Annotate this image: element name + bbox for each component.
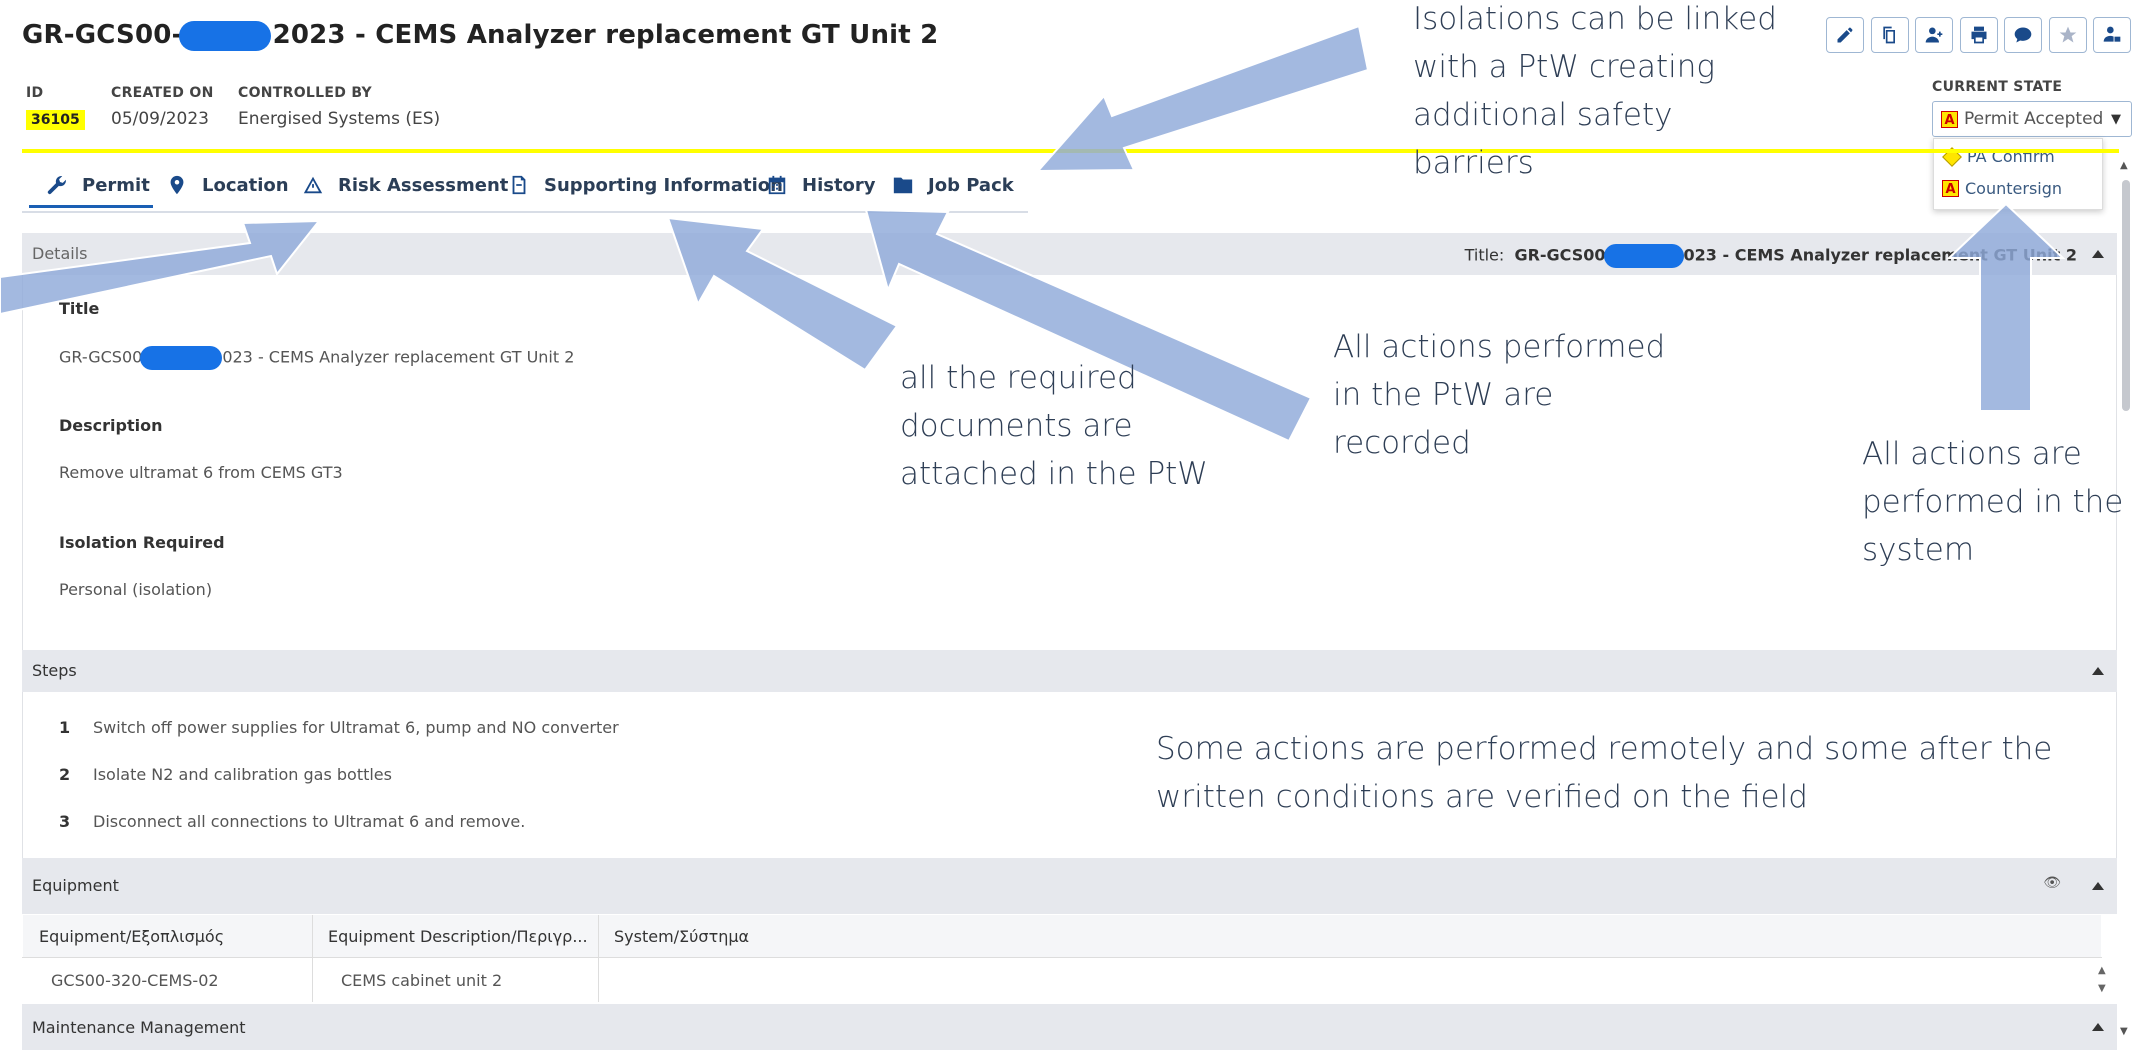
id-value: 36105	[26, 109, 85, 130]
controlled-by-value: Energised Systems (ES)	[238, 109, 441, 129]
calendar-icon	[768, 175, 786, 195]
favourite-button[interactable]	[2049, 17, 2087, 53]
controlled-by-label: CONTROLLED BY	[238, 85, 372, 101]
annotation-remote: Some actions are performed remotely and …	[1156, 731, 2053, 815]
details-section-header[interactable]: Details Title: GR-GCS00 023 - CEMS Analyz…	[22, 233, 2117, 275]
chevron-up-icon[interactable]	[2092, 250, 2104, 258]
copy-icon	[1883, 26, 1895, 44]
chevron-up-icon[interactable]	[2092, 667, 2104, 675]
isolation-field-value: Personal (isolation)	[59, 580, 213, 599]
chevron-up-icon[interactable]	[2092, 1023, 2104, 1031]
wrench-icon	[47, 176, 66, 195]
active-tab-indicator	[29, 205, 153, 208]
eye-icon[interactable]: 👁	[2043, 875, 2061, 891]
steps-section-header[interactable]: Steps	[22, 650, 2117, 692]
document-icon	[512, 175, 526, 195]
current-state-label: CURRENT STATE	[1932, 79, 2063, 95]
table-header-system[interactable]: System/Σύστημα	[599, 915, 2101, 957]
state-selected-value: Permit Accepted	[1964, 109, 2104, 129]
step-number: 2	[59, 765, 71, 784]
scrollbar-thumb[interactable]	[2122, 180, 2130, 411]
add-person-button[interactable]	[1915, 17, 1953, 53]
step-text: Isolate N2 and calibration gas bottles	[93, 765, 392, 784]
isolation-field-label: Isolation Required	[59, 533, 225, 552]
steps-section-title: Steps	[32, 661, 77, 680]
page-title: GR-GCS00- 2023 - CEMS Analyzer replacemen…	[22, 20, 939, 51]
created-on-label: CREATED ON	[111, 85, 214, 101]
redaction-mark	[178, 20, 271, 51]
equipment-section-title: Equipment	[32, 876, 119, 895]
tab-permit[interactable]: Permit	[46, 174, 150, 196]
annotation-recorded: All actions performed in the PtW are rec…	[1333, 329, 1666, 461]
annotation-documents: all the required documents are attached …	[900, 360, 1208, 492]
folder-icon	[893, 177, 913, 194]
tab-history[interactable]: History	[766, 174, 876, 196]
table-cell-description: CEMS cabinet unit 2	[313, 958, 599, 1002]
annotation-isolations: Isolations can be linked with a PtW crea…	[1413, 1, 1777, 181]
chevron-up-icon[interactable]	[2092, 882, 2104, 890]
redaction-mark	[140, 346, 223, 370]
lock-person-button[interactable]	[2093, 17, 2131, 53]
table-cell-system	[599, 958, 2101, 1002]
table-scroll-arrows[interactable]: ▲ ▼	[2098, 962, 2106, 998]
step-number: 1	[59, 718, 71, 737]
annotation-system: All actions are performed in the system	[1862, 436, 2124, 568]
comment-icon	[2014, 27, 2032, 43]
tab-location[interactable]: Location	[166, 174, 289, 196]
step-text: Switch off power supplies for Ultramat 6…	[93, 718, 619, 737]
risk-icon	[303, 176, 323, 194]
print-icon	[1971, 26, 1987, 44]
state-select[interactable]: A Permit Accepted ▼	[1932, 101, 2132, 137]
print-button[interactable]	[1960, 17, 1998, 53]
maintenance-section-header[interactable]: Maintenance Management	[22, 1004, 2117, 1050]
edit-button[interactable]	[1826, 17, 1864, 53]
copy-button[interactable]	[1871, 17, 1909, 53]
map-pin-icon	[170, 175, 184, 195]
details-header-title: Title: GR-GCS00 023 - CEMS Analyzer repla…	[1465, 244, 2077, 268]
state-option-countersign[interactable]: A Countersign	[1942, 179, 2062, 198]
table-header-description[interactable]: Equipment Description/Περιγρ...	[313, 915, 599, 957]
equipment-section-header[interactable]: Equipment 👁	[22, 858, 2117, 914]
description-field-label: Description	[59, 416, 163, 435]
maintenance-section-title: Maintenance Management	[32, 1018, 246, 1037]
id-label: ID	[26, 85, 44, 101]
add-person-icon	[1925, 27, 1943, 43]
state-a-badge: A	[1941, 110, 1958, 128]
star-icon	[2059, 26, 2077, 43]
details-section-title: Details	[32, 244, 88, 263]
lock-person-icon	[2103, 26, 2121, 42]
tab-supporting-information[interactable]: Supporting Information	[508, 174, 783, 196]
scroll-up-arrow[interactable]: ▲	[2120, 160, 2128, 171]
chevron-down-icon: ▼	[2111, 111, 2121, 127]
table-cell-equipment: GCS00-320-CEMS-02	[23, 958, 313, 1002]
step-text: Disconnect all connections to Ultramat 6…	[93, 812, 526, 831]
step-number: 3	[59, 812, 71, 831]
tab-job-pack[interactable]: Job Pack	[892, 174, 1014, 196]
redaction-mark	[1603, 244, 1684, 268]
tabs-divider	[22, 211, 1028, 213]
table-header-equipment[interactable]: Equipment/Εξοπλισμός	[23, 915, 313, 957]
comment-button[interactable]	[2004, 17, 2042, 53]
tab-risk-assessment[interactable]: Risk Assessment	[302, 174, 508, 196]
state-highlight-line	[22, 149, 2119, 153]
scroll-down-arrow[interactable]: ▼	[2120, 1026, 2128, 1037]
title-field-label: Title	[59, 299, 100, 318]
description-field-value: Remove ultramat 6 from CEMS GT3	[59, 463, 343, 482]
created-on-value: 05/09/2023	[111, 109, 209, 129]
edit-icon	[1837, 27, 1853, 43]
title-field-value: GR-GCS00 023 - CEMS Analyzer replacement …	[59, 346, 574, 370]
